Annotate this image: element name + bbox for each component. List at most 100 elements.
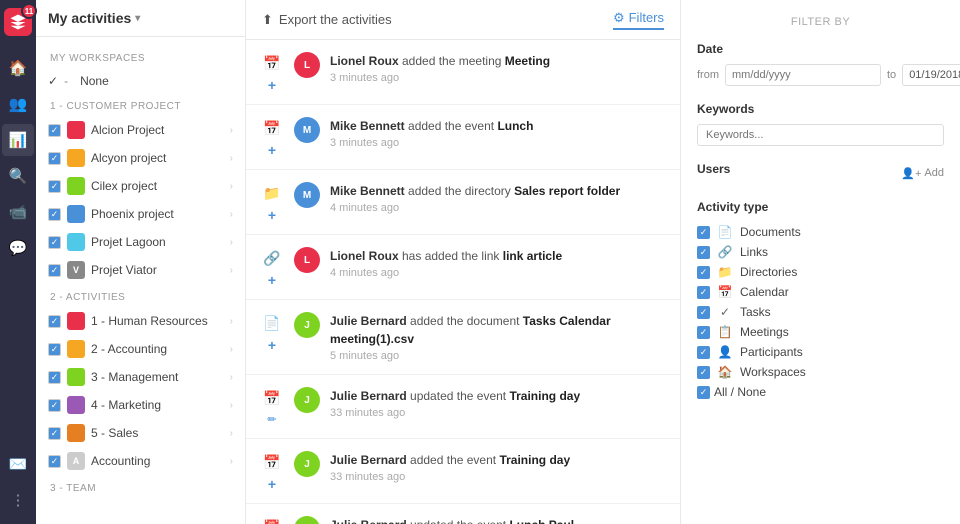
activity-icon-col: 📅 ✏ (262, 516, 282, 524)
date-from-input[interactable] (725, 64, 881, 86)
chevron-right-icon-10: › (230, 400, 233, 411)
activity-user: Julie Bernard (330, 389, 407, 403)
activity-row: J Julie Bernard updated the event Lunch … (294, 516, 664, 524)
type-workspaces[interactable]: ✓ 🏠 Workspaces (697, 362, 944, 382)
calendar-checkbox[interactable]: ✓ (697, 286, 710, 299)
activity-body: Julie Bernard updated the event Lunch Pa… (330, 516, 664, 524)
sidebar-item-label-hr: 1 - Human Resources (91, 314, 224, 328)
keywords-input[interactable] (697, 124, 944, 146)
workspace-icon-viator: V (67, 261, 85, 279)
sidebar-item-label-lagoon: Projet Lagoon (91, 235, 224, 249)
sidebar-all-none[interactable]: ✓ - None (36, 68, 245, 93)
workspace-icon-alcyon (67, 149, 85, 167)
activity-time: 4 minutes ago (330, 267, 664, 279)
nav-home-icon[interactable]: 🏠 (2, 52, 34, 84)
participants-checkbox[interactable]: ✓ (697, 346, 710, 359)
sidebar-item-viator[interactable]: ✓ V Projet Viator › (36, 256, 245, 284)
sidebar-item-cilex[interactable]: ✓ Cilex project › (36, 172, 245, 200)
date-row: from to (697, 64, 944, 86)
sidebar-item-alcion[interactable]: ✓ Alcion Project › (36, 116, 245, 144)
export-button[interactable]: ⬆ Export the activities (262, 12, 392, 28)
calendar-icon: 📅 (263, 453, 281, 471)
all-none-type-row[interactable]: ✓ All / None (697, 382, 944, 402)
avatar: J (294, 312, 320, 338)
nav-video-icon[interactable]: 📹 (2, 196, 34, 228)
sidebar-title[interactable]: My activities ▾ (48, 10, 140, 26)
chevron-right-icon-9: › (230, 372, 233, 383)
tasks-checkbox[interactable]: ✓ (697, 306, 710, 319)
sidebar-item-label-viator: Projet Viator (91, 263, 224, 277)
filters-button[interactable]: ⚙ Filters (613, 10, 664, 30)
meetings-type-icon: 📋 (717, 325, 733, 339)
all-type-checkbox[interactable]: ✓ (697, 386, 710, 399)
chevron-right-icon-8: › (230, 344, 233, 355)
avatar: L (294, 247, 320, 273)
avatar: J (294, 451, 320, 477)
type-links[interactable]: ✓ 🔗 Links (697, 242, 944, 262)
nav-more-icon[interactable]: ⋮ (2, 484, 34, 516)
all-checkbox[interactable]: ✓ (48, 73, 58, 88)
type-directories[interactable]: ✓ 📁 Directories (697, 262, 944, 282)
links-checkbox[interactable]: ✓ (697, 246, 710, 259)
nav-activity-icon[interactable]: 📊 (2, 124, 34, 156)
calendar-icon: 📅 (263, 119, 281, 137)
add-indicator: + (268, 338, 276, 352)
keywords-filter-section: Keywords (697, 102, 944, 146)
sidebar-item-phoenix[interactable]: ✓ Phoenix project › (36, 200, 245, 228)
add-user-button[interactable]: 👤+ Add (901, 167, 944, 180)
sidebar-content: MY WORKSPACES ✓ - None 1 - Customer proj… (36, 37, 245, 524)
links-label: Links (740, 245, 768, 259)
date-to-input[interactable] (902, 64, 960, 86)
export-icon: ⬆ (262, 12, 273, 28)
directories-checkbox[interactable]: ✓ (697, 266, 710, 279)
activity-row: J Julie Bernard added the document Tasks… (294, 312, 664, 362)
activity-user: Julie Bernard (330, 518, 407, 524)
activity-row: J Julie Bernard updated the event Traini… (294, 387, 664, 419)
activity-time: 3 minutes ago (330, 137, 664, 149)
workspaces-section-label: MY WORKSPACES (36, 45, 245, 68)
nav-people-icon[interactable]: 👥 (2, 88, 34, 120)
activity-icon-col: 📅 + (262, 52, 282, 92)
activity-body: Lionel Roux added the meeting Meeting 3 … (330, 52, 664, 84)
sidebar-item-lagoon[interactable]: ✓ Projet Lagoon › (36, 228, 245, 256)
directories-label: Directories (740, 265, 797, 279)
sidebar-item-hr[interactable]: ✓ 1 - Human Resources › (36, 307, 245, 335)
type-meetings[interactable]: ✓ 📋 Meetings (697, 322, 944, 342)
activity-list: 📅 + L Lionel Roux added the meeting Meet… (246, 40, 680, 524)
activity-user: Mike Bennett (330, 184, 405, 198)
activity-type-list: ✓ 📄 Documents ✓ 🔗 Links ✓ 📁 Directories … (697, 222, 944, 402)
calendar-icon: 📅 (263, 389, 281, 407)
chevron-right-icon-2: › (230, 153, 233, 164)
activity-time: 5 minutes ago (330, 350, 664, 362)
workspaces-checkbox[interactable]: ✓ (697, 366, 710, 379)
nav-mail-icon[interactable]: ✉️ (2, 448, 34, 480)
type-tasks[interactable]: ✓ ✓ Tasks (697, 302, 944, 322)
filters-label: Filters (629, 10, 664, 25)
app-logo[interactable]: 11 (4, 8, 32, 36)
chevron-right-icon-3: › (230, 181, 233, 192)
activity-user: Lionel Roux (330, 54, 399, 68)
add-user-label: Add (924, 167, 944, 179)
type-calendar[interactable]: ✓ 📅 Calendar (697, 282, 944, 302)
nav-search-icon[interactable]: 🔍 (2, 160, 34, 192)
avatar: J (294, 387, 320, 413)
nav-chat-icon[interactable]: 💬 (2, 232, 34, 264)
filter-by-label: FILTER BY (697, 16, 944, 28)
type-documents[interactable]: ✓ 📄 Documents (697, 222, 944, 242)
activity-text: Mike Bennett added the directory Sales r… (330, 182, 664, 200)
chevron-right-icon-7: › (230, 316, 233, 327)
sidebar-header: My activities ▾ (36, 0, 245, 37)
sidebar-item-sales[interactable]: ✓ 5 - Sales › (36, 419, 245, 447)
type-participants[interactable]: ✓ 👤 Participants (697, 342, 944, 362)
sidebar-item-alcyon[interactable]: ✓ Alcyon project › (36, 144, 245, 172)
sidebar-item-accounting[interactable]: ✓ 2 - Accounting › (36, 335, 245, 363)
export-label: Export the activities (279, 12, 392, 27)
users-filter-section: Users 👤+ Add (697, 162, 944, 184)
sidebar-item-management[interactable]: ✓ 3 - Management › (36, 363, 245, 391)
activity-icon-col: 📅 ✏ (262, 387, 282, 426)
documents-checkbox[interactable]: ✓ (697, 226, 710, 239)
meetings-checkbox[interactable]: ✓ (697, 326, 710, 339)
sidebar-item-accounting2[interactable]: ✓ A Accounting › (36, 447, 245, 475)
avatar: J (294, 516, 320, 524)
sidebar-item-marketing[interactable]: ✓ 4 - Marketing › (36, 391, 245, 419)
